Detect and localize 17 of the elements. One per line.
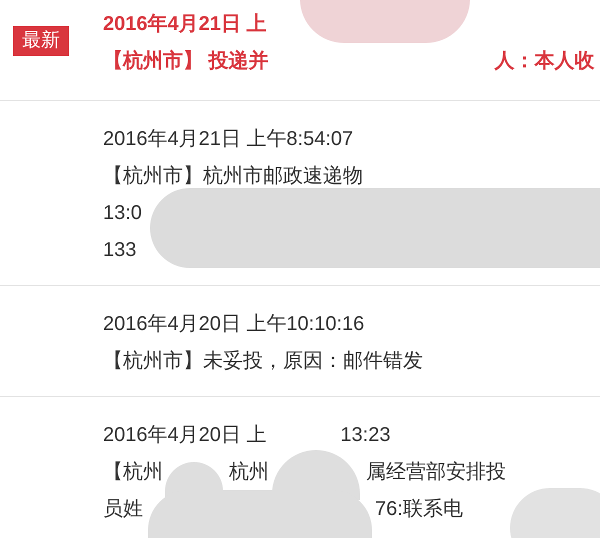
event-text: 【杭州市】未妥投，原因：邮件错发 xyxy=(103,349,423,374)
event-date: 13:23 xyxy=(340,423,390,448)
event-date: 2016年4月20日 上午10:10:16 xyxy=(103,312,364,337)
event-text: 员姓 xyxy=(103,497,143,522)
event-date: 2016年4月21日 上 xyxy=(103,12,266,37)
event-text: 76:联系电 xyxy=(375,497,463,522)
event-text: 【杭州 xyxy=(103,460,163,485)
event-date: 2016年4月20日 上 xyxy=(103,423,266,448)
event-text: 杭州 xyxy=(229,460,269,485)
event-text: 【杭州市】杭州市邮政速递物 xyxy=(103,164,363,189)
event-date: 2016年4月21日 上午8:54:07 xyxy=(103,127,354,152)
event-text: 人：本人收 xyxy=(494,49,595,74)
event-text: 133 xyxy=(103,238,136,263)
latest-badge: 最新 xyxy=(13,26,69,56)
event-text: 13:0 xyxy=(103,201,142,226)
event-text: 【杭州市】 投递并 xyxy=(103,48,269,74)
event-text: 属经营部安排投 xyxy=(366,460,506,485)
